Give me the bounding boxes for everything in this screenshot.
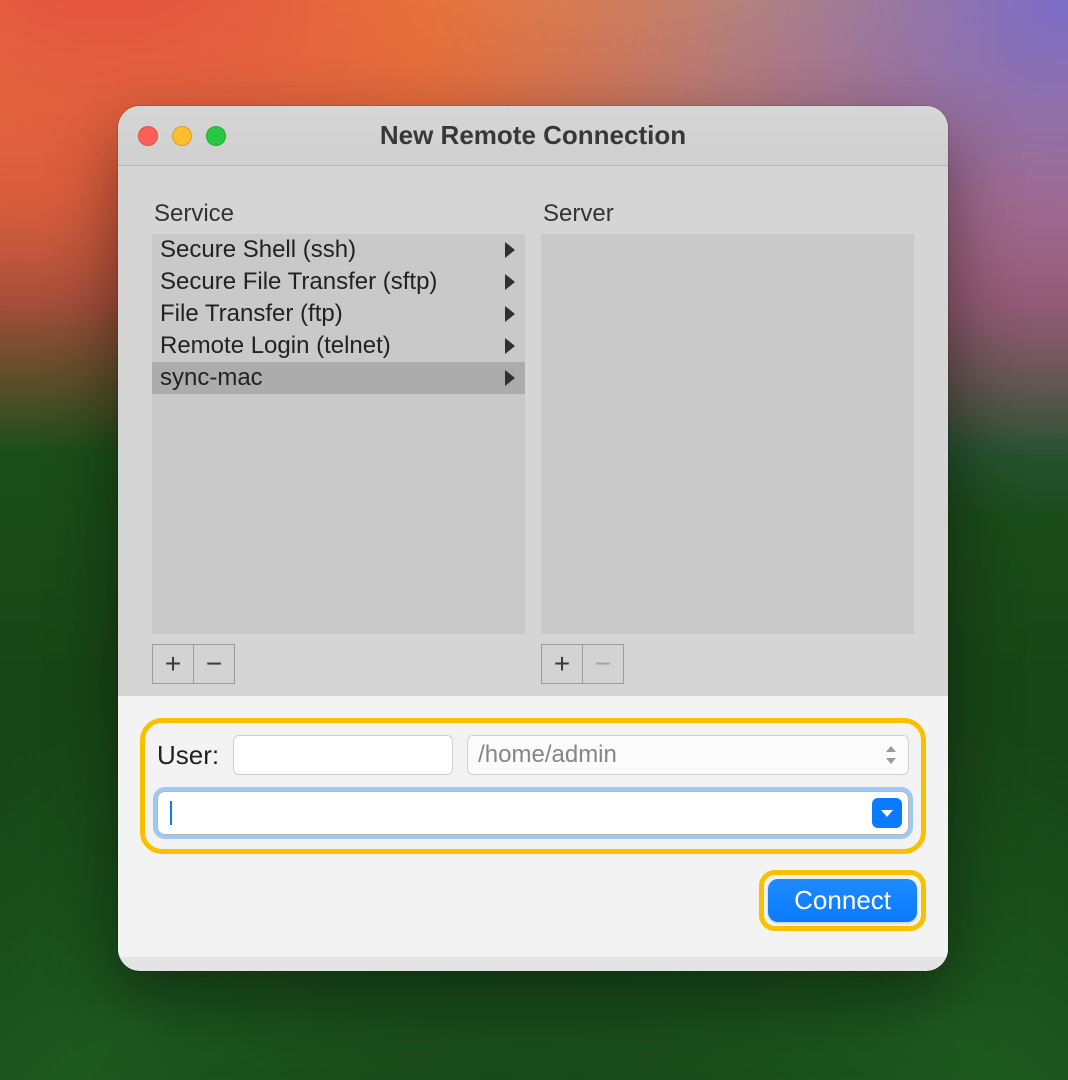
service-item-label: Remote Login (telnet): [160, 332, 391, 360]
server-listbox[interactable]: [541, 234, 914, 634]
close-window-button[interactable]: [138, 126, 158, 146]
service-add-remove: + −: [152, 644, 525, 684]
text-caret: [170, 801, 172, 825]
minimize-window-button[interactable]: [172, 126, 192, 146]
traffic-lights: [138, 126, 226, 146]
chevron-right-icon: [505, 370, 515, 386]
service-item[interactable]: Secure Shell (ssh): [152, 234, 525, 266]
updown-icon: [884, 744, 898, 766]
service-column: Service Secure Shell (ssh) Secure File Tr…: [152, 200, 525, 696]
service-item-label: sync-mac: [160, 364, 263, 392]
combobox-dropdown-button[interactable]: [872, 798, 902, 828]
highlighted-user-section: User: /home/admin: [140, 718, 926, 854]
remove-service-button[interactable]: −: [193, 644, 235, 684]
user-label: User:: [157, 740, 219, 771]
service-item-label: Secure File Transfer (sftp): [160, 268, 437, 296]
window-title: New Remote Connection: [118, 120, 948, 151]
service-item[interactable]: Secure File Transfer (sftp): [152, 266, 525, 298]
service-label: Service: [152, 200, 525, 234]
chevron-right-icon: [505, 242, 515, 258]
titlebar: New Remote Connection: [118, 106, 948, 166]
add-server-button[interactable]: +: [541, 644, 583, 684]
service-item[interactable]: Remote Login (telnet): [152, 330, 525, 362]
service-item[interactable]: sync-mac: [152, 362, 525, 394]
service-item-label: File Transfer (ftp): [160, 300, 343, 328]
lower-panel: User: /home/admin Connect: [118, 696, 948, 957]
remove-server-button: −: [582, 644, 624, 684]
zoom-window-button[interactable]: [206, 126, 226, 146]
server-add-remove: + −: [541, 644, 914, 684]
highlighted-connect-section: Connect: [759, 870, 926, 931]
chevron-right-icon: [505, 338, 515, 354]
service-item-label: Secure Shell (ssh): [160, 236, 356, 264]
service-listbox[interactable]: Secure Shell (ssh) Secure File Transfer (…: [152, 234, 525, 634]
command-combobox[interactable]: [157, 791, 909, 835]
path-select-value: /home/admin: [478, 741, 617, 769]
new-remote-connection-window: New Remote Connection Service Secure She…: [118, 106, 948, 971]
server-label: Server: [541, 200, 914, 234]
add-service-button[interactable]: +: [152, 644, 194, 684]
server-column: Server + −: [541, 200, 914, 696]
chevron-right-icon: [505, 274, 515, 290]
chevron-right-icon: [505, 306, 515, 322]
chevron-down-icon: [881, 810, 893, 817]
connect-button[interactable]: Connect: [768, 879, 917, 922]
service-item[interactable]: File Transfer (ftp): [152, 298, 525, 330]
upper-panel: Service Secure Shell (ssh) Secure File Tr…: [118, 166, 948, 696]
path-select[interactable]: /home/admin: [467, 735, 909, 775]
user-input[interactable]: [233, 735, 453, 775]
